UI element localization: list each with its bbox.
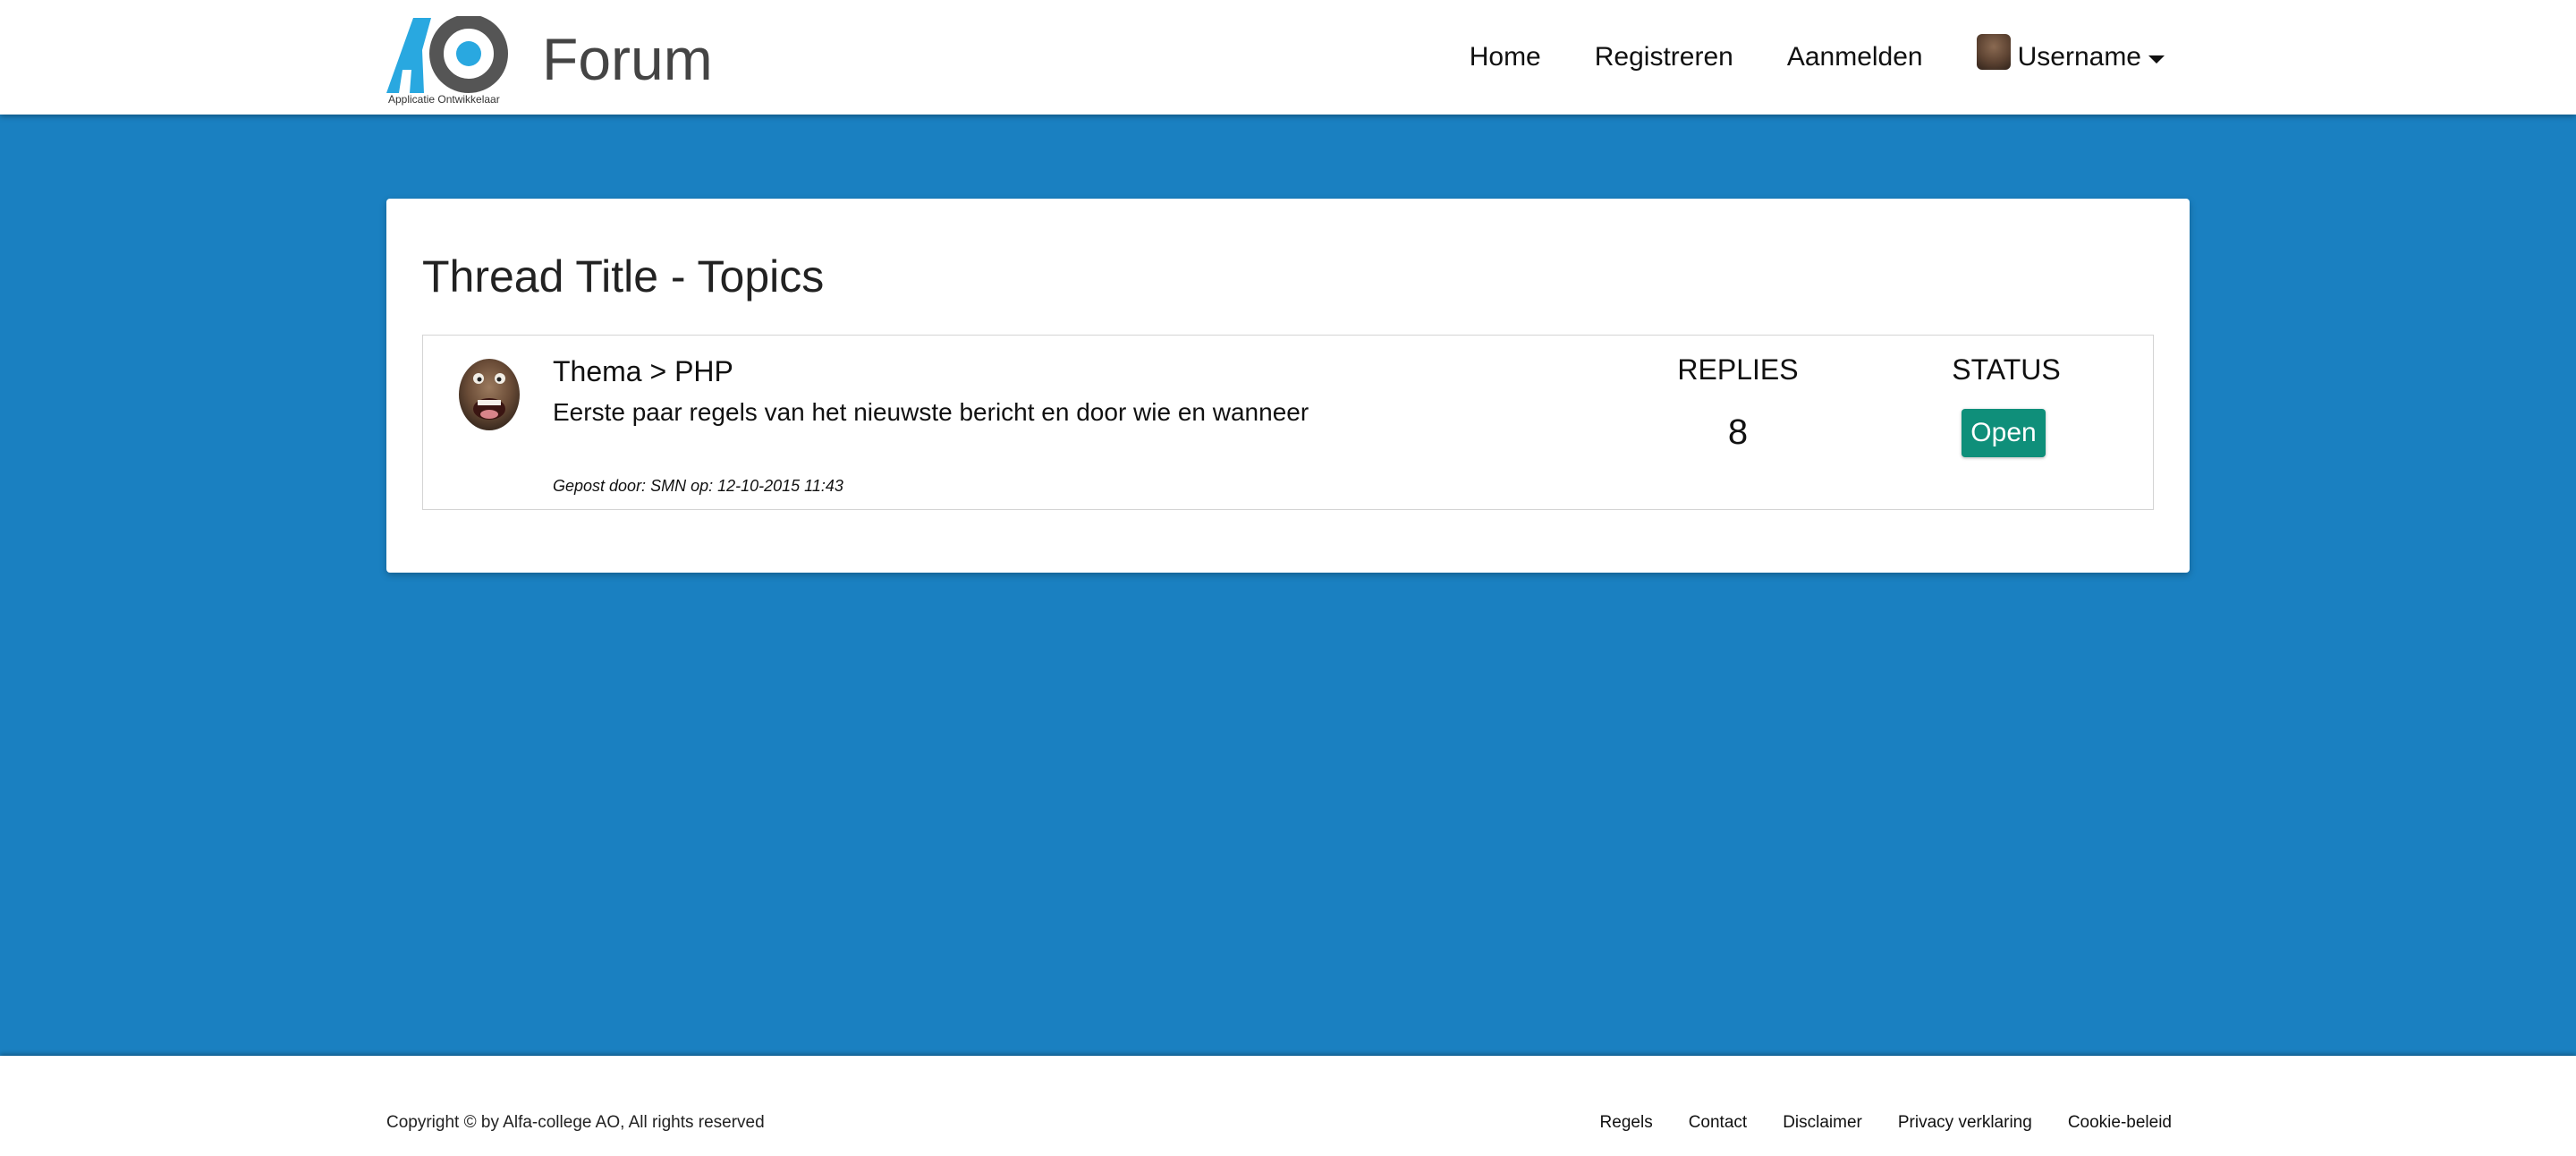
ao-logo[interactable]: Applicatie Ontwikkelaar [386,16,513,109]
status-header: STATUS [1952,353,2061,386]
footer-link-cookie[interactable]: Cookie-beleid [2068,1113,2172,1133]
footer-link-contact[interactable]: Contact [1689,1113,1747,1133]
replies-count: 8 [1727,412,1749,452]
footer-links: Regels Contact Disclaimer Privacy verkla… [1564,1113,2172,1133]
brand[interactable]: Applicatie Ontwikkelaar Forum [386,16,713,109]
nav-home[interactable]: Home [1470,42,1541,72]
logo-caption: Applicatie Ontwikkelaar [388,93,500,106]
user-menu[interactable]: Username [1976,34,2165,72]
site-title[interactable]: Forum [542,25,713,93]
topic-excerpt: Eerste paar regels van het nieuwste beri… [553,398,1309,426]
page-title: Thread Title - Topics [422,251,825,302]
top-navbar: Applicatie Ontwikkelaar Forum Home Regis… [0,0,2576,115]
footer-link-regels[interactable]: Regels [1600,1113,1653,1133]
footer-link-disclaimer[interactable]: Disclaimer [1783,1113,1862,1133]
topic-heading[interactable]: Thema > PHP [553,355,733,388]
status-badge: Open [1962,409,2046,457]
nav-login[interactable]: Aanmelden [1787,42,1923,72]
avatar-icon [1976,34,2011,70]
topic-meta: Gepost door: SMN op: 12-10-2015 11:43 [553,477,843,495]
topics-card: Thread Title - Topics Thema > PHP Eerste… [386,199,2190,573]
footer-link-privacy[interactable]: Privacy verklaring [1898,1113,2032,1133]
username-label: Username [2017,42,2141,72]
ao-logo-icon [386,16,508,93]
topic-avatar-icon [459,359,520,430]
caret-down-icon [2148,55,2165,64]
footer: Copyright © by Alfa-college AO, All righ… [0,1056,2576,1156]
main-nav: Home Registreren Aanmelden Username [1416,0,2165,115]
copyright-text: Copyright © by Alfa-college AO, All righ… [386,1113,765,1132]
replies-header: REPLIES [1677,353,1799,386]
topic-row[interactable]: Thema > PHP Eerste paar regels van het n… [422,335,2154,510]
nav-register[interactable]: Registreren [1595,42,1733,72]
